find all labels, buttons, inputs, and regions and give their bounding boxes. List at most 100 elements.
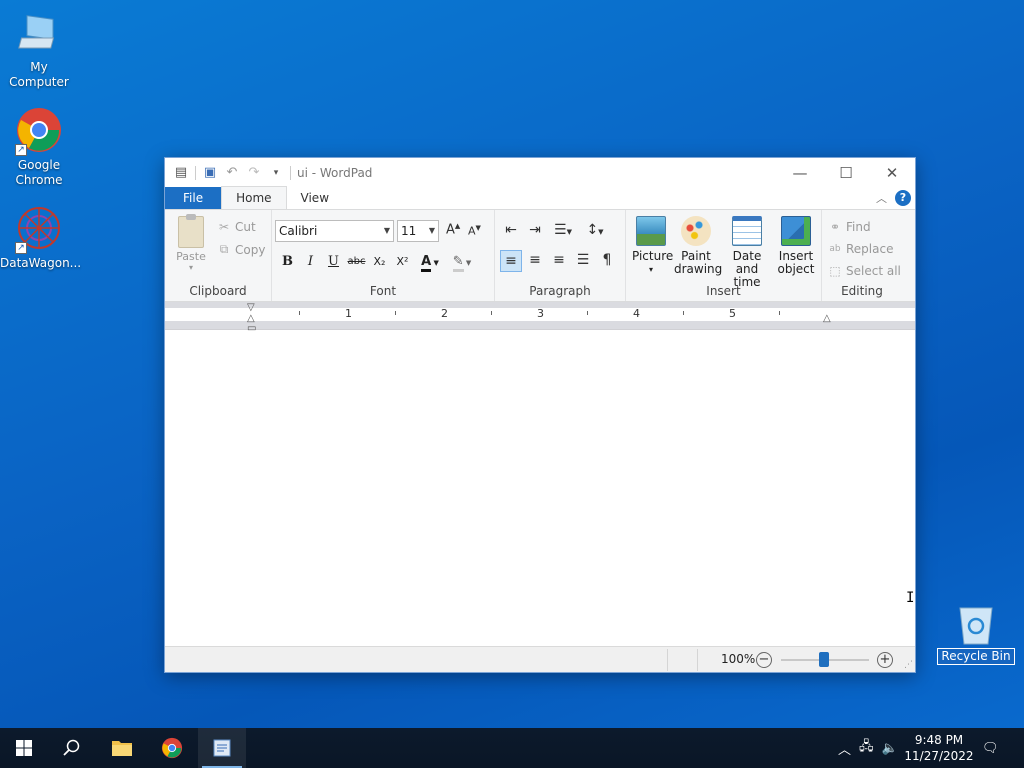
network-icon[interactable]: 🖧 bbox=[859, 737, 874, 759]
insert-object-button[interactable]: Insert object bbox=[776, 216, 816, 276]
collapse-ribbon-icon[interactable]: ︿ bbox=[876, 190, 887, 206]
clipboard-group: Paste ▾ ✂ Cut ⧉ Copy Clipboard bbox=[165, 210, 272, 301]
right-indent-marker[interactable]: △ bbox=[823, 314, 831, 324]
subscript-icon[interactable]: X₂ bbox=[370, 252, 389, 272]
chrome-icon bbox=[161, 737, 183, 759]
replace-button[interactable]: ab Replace bbox=[828, 242, 893, 256]
bold-icon[interactable]: B bbox=[278, 252, 297, 272]
desktop-icon-chrome[interactable]: ↗ Google Chrome bbox=[0, 108, 78, 188]
show-hidden-icons-icon[interactable]: ︿ bbox=[838, 739, 851, 758]
quick-access-toolbar: ▤ ▣ ↶ ↷ ▾ bbox=[165, 165, 291, 181]
divider bbox=[195, 166, 196, 180]
window-title: ui - WordPad bbox=[297, 166, 373, 180]
ribbon: Paste ▾ ✂ Cut ⧉ Copy Clipboard Calibri ▼ bbox=[165, 210, 915, 302]
object-icon bbox=[781, 216, 811, 246]
underline-icon[interactable]: U bbox=[324, 252, 343, 272]
strikethrough-icon[interactable]: abc bbox=[347, 252, 366, 272]
title-bar[interactable]: ▤ ▣ ↶ ↷ ▾ ui - WordPad — ☐ ✕ bbox=[165, 158, 915, 188]
redo-icon[interactable]: ↷ bbox=[246, 165, 262, 181]
select-all-label: Select all bbox=[846, 264, 901, 278]
volume-icon[interactable]: 🔈 bbox=[882, 741, 898, 756]
highlight-color-icon[interactable]: ✎ ▼ bbox=[448, 252, 476, 272]
wordpad-app-icon[interactable]: ▤ bbox=[173, 165, 189, 181]
select-all-button[interactable]: ⬚ Select all bbox=[828, 264, 901, 278]
start-button[interactable] bbox=[0, 728, 48, 768]
maximize-button[interactable]: ☐ bbox=[823, 158, 869, 188]
grow-font-icon[interactable]: A▲ bbox=[446, 222, 460, 237]
first-line-indent-marker[interactable]: ▽ bbox=[247, 303, 255, 313]
picture-button[interactable]: Picture ▾ bbox=[632, 216, 674, 276]
tab-home[interactable]: Home bbox=[221, 186, 287, 209]
clock[interactable]: 9:48 PM 11/27/2022 bbox=[903, 732, 975, 764]
document-editor[interactable] bbox=[165, 330, 915, 646]
taskbar-wordpad[interactable] bbox=[198, 728, 246, 768]
line-spacing-icon[interactable]: ↕▼ bbox=[580, 220, 610, 242]
undo-icon[interactable]: ↶ bbox=[224, 165, 240, 181]
shrink-font-icon[interactable]: A▼ bbox=[468, 224, 481, 238]
zoom-level: 100% bbox=[721, 652, 756, 666]
help-icon[interactable]: ? bbox=[895, 190, 911, 206]
find-label: Find bbox=[846, 220, 871, 234]
ruler-number: 1 bbox=[345, 307, 352, 320]
wordpad-window: ▤ ▣ ↶ ↷ ▾ ui - WordPad — ☐ ✕ File Home V… bbox=[164, 157, 916, 673]
find-button[interactable]: ⚭ Find bbox=[828, 220, 871, 234]
bullet-list-icon[interactable]: ☰▼ bbox=[548, 220, 578, 242]
paste-icon bbox=[178, 214, 204, 248]
zoom-out-button[interactable]: − bbox=[756, 652, 772, 668]
font-family-value: Calibri bbox=[279, 224, 318, 238]
chevron-down-icon: ▼ bbox=[383, 226, 390, 235]
paint-label-2: drawing bbox=[674, 262, 723, 276]
cut-button[interactable]: ✂ Cut bbox=[217, 220, 256, 234]
paragraph-settings-icon[interactable]: ¶ bbox=[596, 250, 618, 272]
font-size-select[interactable]: 11 ▼ bbox=[397, 220, 439, 242]
cut-label: Cut bbox=[235, 220, 256, 234]
desktop-icon-my-computer[interactable]: My Computer bbox=[0, 10, 78, 90]
picture-label: Picture bbox=[632, 249, 674, 263]
left-indent-marker[interactable]: △ ▭ bbox=[247, 314, 256, 334]
desktop-icon-recycle-bin[interactable]: Recycle Bin bbox=[937, 602, 1015, 665]
scissors-icon: ✂ bbox=[218, 220, 230, 234]
ribbon-tabs: File Home View ︿ ? bbox=[165, 186, 915, 210]
align-right-icon[interactable]: ≡ bbox=[548, 250, 570, 272]
chevron-down-icon: ▼ bbox=[428, 226, 435, 235]
tab-view[interactable]: View bbox=[287, 187, 343, 209]
divider bbox=[667, 649, 668, 671]
font-color-icon[interactable]: A ▼ bbox=[416, 252, 444, 272]
notifications-button[interactable]: 🗨 bbox=[982, 728, 1002, 768]
wordpad-icon bbox=[213, 739, 231, 757]
minimize-button[interactable]: — bbox=[777, 158, 823, 188]
ribbon-right-controls: ︿ ? bbox=[876, 190, 911, 206]
close-button[interactable]: ✕ bbox=[869, 158, 915, 188]
decrease-indent-icon[interactable]: ⇤ bbox=[500, 220, 522, 242]
italic-icon[interactable]: I bbox=[301, 252, 320, 272]
desktop-icon-label: Google Chrome bbox=[15, 158, 63, 187]
date-time-button[interactable]: Date and time bbox=[722, 216, 772, 289]
customize-toolbar-icon[interactable]: ▾ bbox=[268, 165, 284, 181]
superscript-icon[interactable]: X² bbox=[393, 252, 412, 272]
zoom-slider-thumb[interactable] bbox=[819, 652, 829, 667]
resize-grip-icon[interactable]: ⋰ bbox=[904, 660, 913, 670]
copy-button[interactable]: ⧉ Copy bbox=[217, 242, 266, 257]
divider bbox=[290, 166, 291, 180]
desktop-icon-datawagon[interactable]: ↗ DataWagon... bbox=[0, 206, 81, 271]
justify-icon[interactable]: ☰ bbox=[572, 250, 594, 272]
align-left-icon[interactable]: ≡ bbox=[500, 250, 522, 272]
zoom-in-button[interactable]: + bbox=[877, 652, 893, 668]
save-icon[interactable]: ▣ bbox=[202, 165, 218, 181]
taskbar-chrome[interactable] bbox=[148, 728, 196, 768]
increase-indent-icon[interactable]: ⇥ bbox=[524, 220, 546, 242]
taskbar-file-explorer[interactable] bbox=[98, 728, 146, 768]
chevron-down-icon: ▾ bbox=[188, 263, 193, 272]
search-button[interactable] bbox=[48, 728, 96, 768]
align-center-icon[interactable]: ≡ bbox=[524, 250, 546, 272]
notification-icon: 🗨 bbox=[982, 740, 999, 756]
ruler[interactable]: ▽ △ ▭ △ 1 2 3 4 5 bbox=[165, 302, 915, 334]
tab-file[interactable]: File bbox=[165, 187, 222, 209]
group-label: Insert bbox=[706, 284, 741, 298]
search-icon bbox=[63, 739, 80, 756]
paste-button[interactable]: Paste ▾ bbox=[173, 214, 209, 272]
text-cursor-icon: I bbox=[906, 590, 915, 606]
clock-date: 11/27/2022 bbox=[904, 749, 974, 763]
paint-drawing-button[interactable]: Paint drawing bbox=[674, 216, 723, 276]
font-family-select[interactable]: Calibri ▼ bbox=[275, 220, 394, 242]
